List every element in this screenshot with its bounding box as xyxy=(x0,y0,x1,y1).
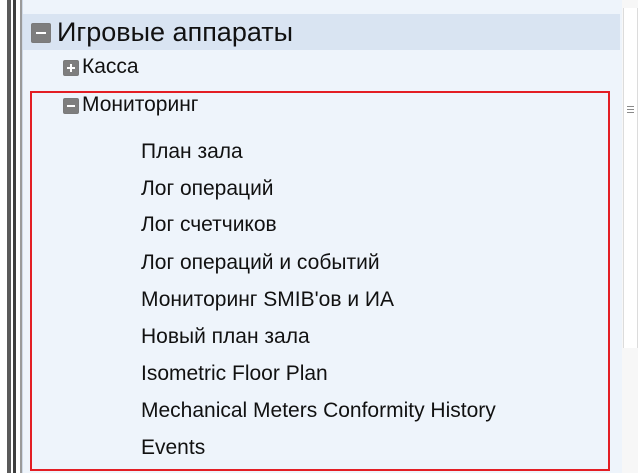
expand-icon[interactable] xyxy=(63,60,79,76)
left-border xyxy=(13,0,16,473)
tree-node-monitoring[interactable]: Мониторинг xyxy=(23,88,620,122)
tree-item-hall-plan[interactable]: План зала xyxy=(141,139,243,165)
tree-node-gaming-machines[interactable]: Игровые аппараты xyxy=(23,14,620,50)
tree-node-label: Мониторинг xyxy=(82,93,199,116)
tree-item-smib-monitoring[interactable]: Мониторинг SMIB'ов и ИА xyxy=(141,287,394,313)
tree-item-isometric-floor-plan[interactable]: Isometric Floor Plan xyxy=(141,361,328,387)
tree-item-events[interactable]: Events xyxy=(141,435,205,461)
vertical-scrollbar[interactable] xyxy=(622,0,638,473)
collapse-icon[interactable] xyxy=(31,23,51,43)
tree-item-mechanical-meters-history[interactable]: Mechanical Meters Conformity History xyxy=(141,398,496,424)
left-border xyxy=(7,0,11,473)
tree-item-new-hall-plan[interactable]: Новый план зала xyxy=(141,324,310,350)
tree-item-meters-log[interactable]: Лог счетчиков xyxy=(141,212,277,238)
tree-node-label: Игровые аппараты xyxy=(57,17,294,47)
tree-item-operations-log[interactable]: Лог операций xyxy=(141,176,274,202)
collapse-icon[interactable] xyxy=(63,98,79,114)
tree-node-kassa[interactable]: Касса xyxy=(23,52,620,82)
scrollbar-thumb[interactable] xyxy=(623,8,638,348)
tree-node-label: Касса xyxy=(82,55,139,78)
scrollbar-grip-icon xyxy=(627,106,634,115)
tree-item-operations-events-log[interactable]: Лог операций и событий xyxy=(141,250,380,276)
tree-window: Игровые аппараты Касса Мониторинг План з… xyxy=(0,0,638,473)
